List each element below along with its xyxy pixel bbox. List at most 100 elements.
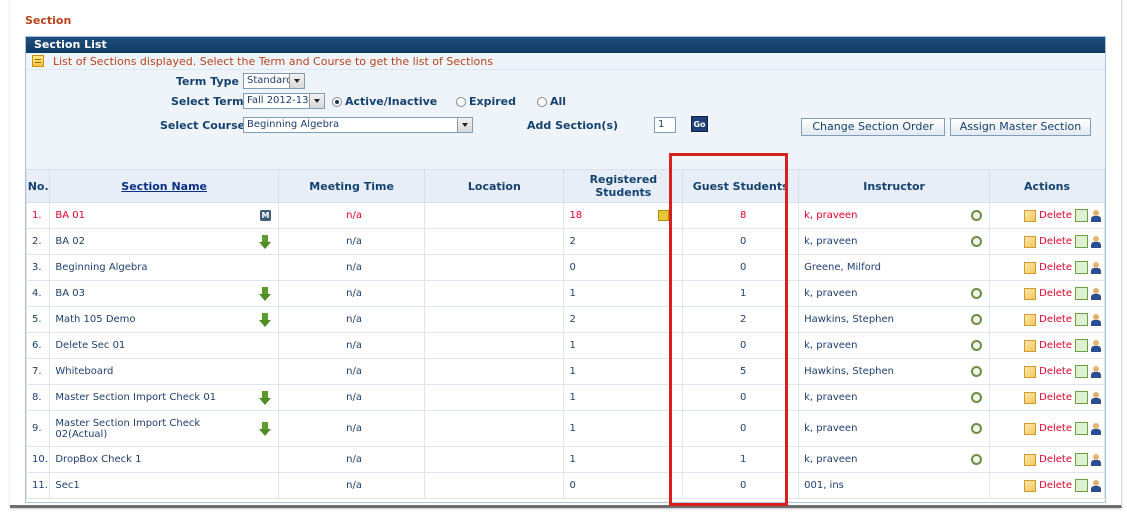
row-name[interactable]: BA 01 [55,210,85,221]
certificate-icon[interactable] [1075,339,1088,352]
certificate-icon[interactable] [1075,365,1088,378]
edit-icon[interactable] [1024,391,1037,404]
edit-icon[interactable] [1024,209,1037,222]
row-name[interactable]: Master Section Import Check 02(Actual) [55,418,225,440]
table-row: 5. Math 105 Demo n/a 2 2 Hawkins, Stephe… [25,306,1105,333]
arrow-down-icon[interactable] [258,234,271,249]
header-section-name-link[interactable]: Section Name [121,180,207,193]
delete-link[interactable]: Delete [1039,366,1072,377]
lock-icon[interactable] [658,210,670,221]
row-name[interactable]: Math 105 Demo [55,314,135,325]
arrow-down-icon[interactable] [258,312,271,327]
row-name[interactable]: Delete Sec 01 [49,332,279,359]
user-icon[interactable] [1091,391,1101,404]
term-type-select[interactable]: Standard [243,73,305,89]
page: Section Section List List of Sections di… [0,0,1127,513]
delete-link[interactable]: Delete [1039,314,1072,325]
delete-link[interactable]: Delete [1039,423,1072,434]
edit-icon[interactable] [1024,479,1037,492]
arrow-down-icon[interactable] [258,421,271,436]
edit-icon[interactable] [1024,235,1037,248]
row-name[interactable]: Master Section Import Check 01 [55,392,216,403]
user-icon[interactable] [1091,209,1101,222]
delete-link[interactable]: Delete [1039,210,1072,221]
user-icon[interactable] [1091,339,1101,352]
arrow-down-icon[interactable] [258,286,271,301]
go-button[interactable]: Go [691,116,708,132]
user-icon[interactable] [1091,422,1101,435]
delete-link[interactable]: Delete [1039,392,1072,403]
radio-selected-icon[interactable] [332,96,342,107]
row-name-cell: BA 02 [49,228,279,255]
row-name[interactable]: BA 02 [55,236,85,247]
certificate-icon[interactable] [1075,453,1088,466]
row-actions: Delete [989,306,1105,333]
radio-all[interactable]: All [537,95,566,108]
radio-icon[interactable] [537,96,547,107]
clock-icon[interactable] [971,392,983,403]
user-icon[interactable] [1091,313,1101,326]
clock-icon[interactable] [971,423,983,434]
row-instructor-cell: Hawkins, Stephen [798,358,991,385]
radio-icon[interactable] [456,96,466,107]
edit-icon[interactable] [1024,287,1037,300]
radio-all-label: All [550,95,567,108]
certificate-icon[interactable] [1075,313,1088,326]
delete-link[interactable]: Delete [1039,480,1072,491]
edit-icon[interactable] [1024,422,1037,435]
delete-link[interactable]: Delete [1039,340,1072,351]
row-time: n/a [277,384,426,411]
row-no: 11. [25,472,51,499]
row-instructor-cell: k, praveen [798,446,991,473]
user-icon[interactable] [1091,235,1101,248]
chevron-down-icon[interactable] [457,118,472,132]
certificate-icon[interactable] [1075,479,1088,492]
edit-icon[interactable] [1024,261,1037,274]
edit-icon[interactable] [1024,313,1037,326]
row-name[interactable]: DropBox Check 1 [49,446,279,473]
select-term-select[interactable]: Fall 2012-13 [243,93,325,109]
delete-link[interactable]: Delete [1039,262,1072,273]
header-section-name[interactable]: Section Name [49,169,279,203]
edit-icon[interactable] [1024,365,1037,378]
row-name[interactable]: Beginning Algebra [49,254,279,281]
chevron-down-icon[interactable] [289,74,304,88]
edit-icon[interactable] [1024,339,1037,352]
user-icon[interactable] [1091,365,1101,378]
user-icon[interactable] [1091,479,1101,492]
certificate-icon[interactable] [1075,391,1088,404]
row-registered: 1 [563,410,684,447]
delete-link[interactable]: Delete [1039,288,1072,299]
select-course-select[interactable]: Beginning Algebra [243,117,473,133]
chevron-down-icon[interactable] [309,94,324,108]
clock-icon[interactable] [971,236,983,247]
delete-link[interactable]: Delete [1039,454,1072,465]
clock-icon[interactable] [971,210,983,221]
clock-icon[interactable] [971,314,983,325]
certificate-icon[interactable] [1075,209,1088,222]
change-section-order-button[interactable]: Change Section Order [801,118,945,136]
row-name[interactable]: Sec1 [49,472,279,499]
user-icon[interactable] [1091,453,1101,466]
user-icon[interactable] [1091,287,1101,300]
certificate-icon[interactable] [1075,235,1088,248]
certificate-icon[interactable] [1075,261,1088,274]
arrow-down-icon[interactable] [258,390,271,405]
table-row: 3. Beginning Algebra n/a 0 0 Greene, Mil… [25,254,1105,281]
clock-icon[interactable] [971,454,983,465]
certificate-icon[interactable] [1075,287,1088,300]
assign-master-section-button[interactable]: Assign Master Section [950,118,1091,136]
certificate-icon[interactable] [1075,422,1088,435]
clock-icon[interactable] [971,288,983,299]
clock-icon[interactable] [971,340,983,351]
delete-link[interactable]: Delete [1039,236,1072,247]
row-no: 9. [25,410,51,447]
edit-icon[interactable] [1024,453,1037,466]
row-name[interactable]: Whiteboard [49,358,279,385]
radio-active-inactive[interactable]: Active/Inactive [332,95,437,108]
user-icon[interactable] [1091,261,1101,274]
add-sections-input[interactable]: 1 [654,117,676,133]
clock-icon[interactable] [971,366,983,377]
row-name[interactable]: BA 03 [55,288,85,299]
radio-expired[interactable]: Expired [456,95,516,108]
